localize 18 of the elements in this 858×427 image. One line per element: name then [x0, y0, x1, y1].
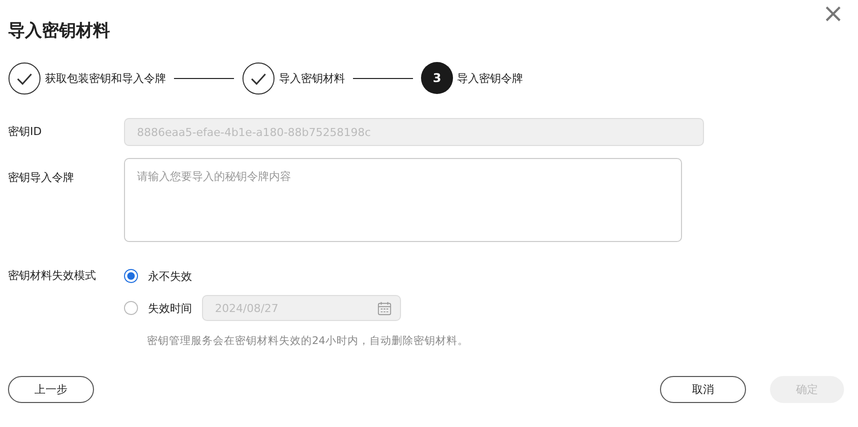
step-label: 导入密钥令牌 [457, 70, 523, 86]
dialog-title: 导入密钥材料 [8, 20, 110, 42]
radio-label[interactable]: 永不失效 [148, 268, 192, 284]
field-label: 密钥ID [8, 124, 43, 140]
field-label: 密钥材料失效模式 [8, 268, 97, 284]
close-button[interactable]: × [822, 2, 844, 26]
step-number: 3 [421, 62, 453, 94]
cancel-button[interactable]: 取消 [660, 376, 746, 403]
step-label: 获取包装密钥和导入令牌 [45, 70, 166, 86]
step-label: 导入密钥材料 [279, 70, 345, 86]
calendar-icon [377, 300, 392, 316]
back-button[interactable]: 上一步 [8, 376, 94, 403]
field-label: 密钥导入令牌 [8, 170, 75, 186]
radio-button[interactable] [124, 269, 138, 283]
hint-text: 密钥管理服务会在密钥材料失效的24小时内，自动删除密钥材料。 [147, 334, 468, 348]
radio-label[interactable]: 失效时间 [148, 300, 192, 316]
token-textarea[interactable]: 请输入您要导入的秘钥令牌内容 [124, 158, 682, 242]
radio-button[interactable] [124, 301, 138, 315]
